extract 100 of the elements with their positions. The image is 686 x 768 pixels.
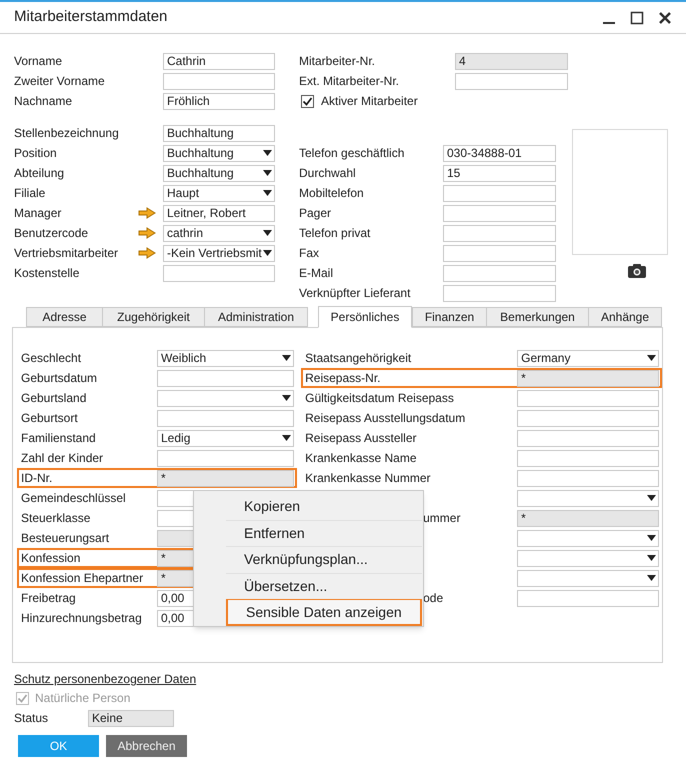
menu-item[interactable]: Kopieren <box>226 493 422 520</box>
menu-item[interactable]: Entfernen <box>226 520 422 546</box>
input-field[interactable] <box>157 410 294 426</box>
input-field[interactable] <box>157 450 294 466</box>
field-label: Pager <box>299 205 332 222</box>
caret-icon <box>647 495 656 501</box>
field-label: Geburtsort <box>20 410 78 427</box>
input-field[interactable]: Fröhlich <box>163 92 275 110</box>
checkbox-label: Natürliche Person <box>35 690 130 707</box>
input-field[interactable] <box>443 284 556 302</box>
field-label: Fax <box>299 245 320 262</box>
field-label: Abteilung <box>14 165 66 182</box>
camera-icon[interactable] <box>627 263 647 279</box>
field-label: Steuerklasse <box>20 510 90 527</box>
status-field: Keine <box>88 710 174 726</box>
input-field[interactable]: 4 <box>455 52 568 70</box>
field-label: Filiale <box>14 185 46 202</box>
dropdown[interactable]: Buchhaltung <box>163 164 275 182</box>
input-field[interactable]: Cathrin <box>163 52 275 70</box>
input-field[interactable] <box>517 390 660 406</box>
menu-item[interactable]: Sensible Daten anzeigen <box>226 599 422 626</box>
caret-icon <box>647 355 656 361</box>
input-field[interactable] <box>443 184 556 202</box>
field-label: Vertriebsmitarbeiter <box>14 245 120 262</box>
field-label: Krankenkasse Nummer <box>304 470 431 487</box>
maximize-icon[interactable] <box>630 10 644 24</box>
input-field[interactable] <box>517 430 660 446</box>
input-field[interactable] <box>443 204 556 222</box>
field-label: Krankenkasse Name <box>304 450 417 467</box>
cancel-button[interactable]: Abbrechen <box>106 735 187 757</box>
field-label: Geschlecht <box>20 350 82 367</box>
field-label: Geburtsland <box>20 390 86 407</box>
tab[interactable]: Persönliches <box>318 306 412 328</box>
dropdown[interactable] <box>517 530 660 546</box>
tab[interactable]: Administration <box>204 307 308 327</box>
caret-icon <box>263 250 272 256</box>
input-field[interactable] <box>443 264 556 282</box>
dropdown[interactable]: Weiblich <box>157 350 294 366</box>
caret-icon <box>282 395 291 401</box>
input-field[interactable]: * <box>517 370 660 386</box>
input-field[interactable] <box>517 590 660 606</box>
link-arrow-icon[interactable] <box>138 247 156 259</box>
input-field[interactable]: Buchhaltung <box>163 124 275 142</box>
input-field[interactable] <box>517 470 660 486</box>
field-label: Konfession Ehepartner <box>20 570 144 587</box>
tab[interactable]: Finanzen <box>412 307 487 327</box>
input-field[interactable] <box>443 244 556 262</box>
field-label: ode <box>422 590 444 607</box>
input-field[interactable] <box>163 72 275 90</box>
field-label: Reisepass Aussteller <box>304 430 417 447</box>
field-label: Staatsangehörigkeit <box>304 350 412 367</box>
field-label: Position <box>14 145 58 162</box>
dropdown[interactable] <box>517 570 660 586</box>
checkbox-label: Aktiver Mitarbeiter <box>321 93 418 110</box>
input-field[interactable] <box>157 370 294 386</box>
checkbox[interactable] <box>301 94 314 108</box>
input-field[interactable] <box>443 224 556 242</box>
tab[interactable]: Anhänge <box>588 307 662 327</box>
section-heading: Schutz personenbezogener Daten <box>14 671 198 688</box>
field-label: Vorname <box>14 53 64 70</box>
caret-icon <box>263 170 272 176</box>
input-field[interactable] <box>455 72 568 90</box>
input-field[interactable]: 030-34888-01 <box>443 144 556 162</box>
input-field[interactable]: * <box>157 470 294 486</box>
tab[interactable]: Adresse <box>26 307 103 327</box>
close-icon[interactable] <box>658 10 672 24</box>
caret-icon <box>263 190 272 196</box>
field-label: Telefon privat <box>299 225 372 242</box>
field-label: Besteuerungsart <box>20 530 110 547</box>
dropdown[interactable]: Haupt <box>163 184 275 202</box>
dropdown[interactable] <box>157 390 294 406</box>
field-label: Telefon geschäftlich <box>299 145 406 162</box>
field-label: Gültigkeitsdatum Reisepass <box>304 390 454 407</box>
input-field[interactable] <box>517 450 660 466</box>
caret-icon <box>282 355 291 361</box>
dropdown[interactable] <box>517 490 660 506</box>
field-label: Kostenstelle <box>14 265 80 282</box>
field-label: Freibetrag <box>20 590 76 607</box>
tab[interactable]: Zugehörigkeit <box>102 307 205 327</box>
field-label: ID-Nr. <box>20 470 52 487</box>
caret-icon <box>282 435 291 441</box>
dropdown[interactable]: -Kein Vertriebsmit <box>163 244 275 262</box>
dropdown[interactable]: Buchhaltung <box>163 144 275 162</box>
dropdown[interactable]: Germany <box>517 350 660 366</box>
dropdown[interactable]: cathrin <box>163 224 275 242</box>
input-field[interactable] <box>517 410 660 426</box>
input-field[interactable] <box>163 264 275 282</box>
tab[interactable]: Bemerkungen <box>486 307 589 327</box>
dropdown[interactable]: Ledig <box>157 430 294 446</box>
field-label: Zahl der Kinder <box>20 450 104 467</box>
input-field[interactable]: Leitner, Robert <box>163 204 275 222</box>
input-field[interactable]: * <box>517 510 660 526</box>
field-label: Hinzurechnungsbetrag <box>20 610 142 627</box>
dropdown[interactable] <box>517 550 660 566</box>
field-label: Geburtsdatum <box>20 370 98 387</box>
link-arrow-icon[interactable] <box>138 227 156 239</box>
field-label: Konfession <box>20 550 80 567</box>
input-field[interactable]: 15 <box>443 164 556 182</box>
menu-item[interactable]: Verknüpfungsplan... <box>226 546 422 573</box>
link-arrow-icon[interactable] <box>138 207 156 219</box>
